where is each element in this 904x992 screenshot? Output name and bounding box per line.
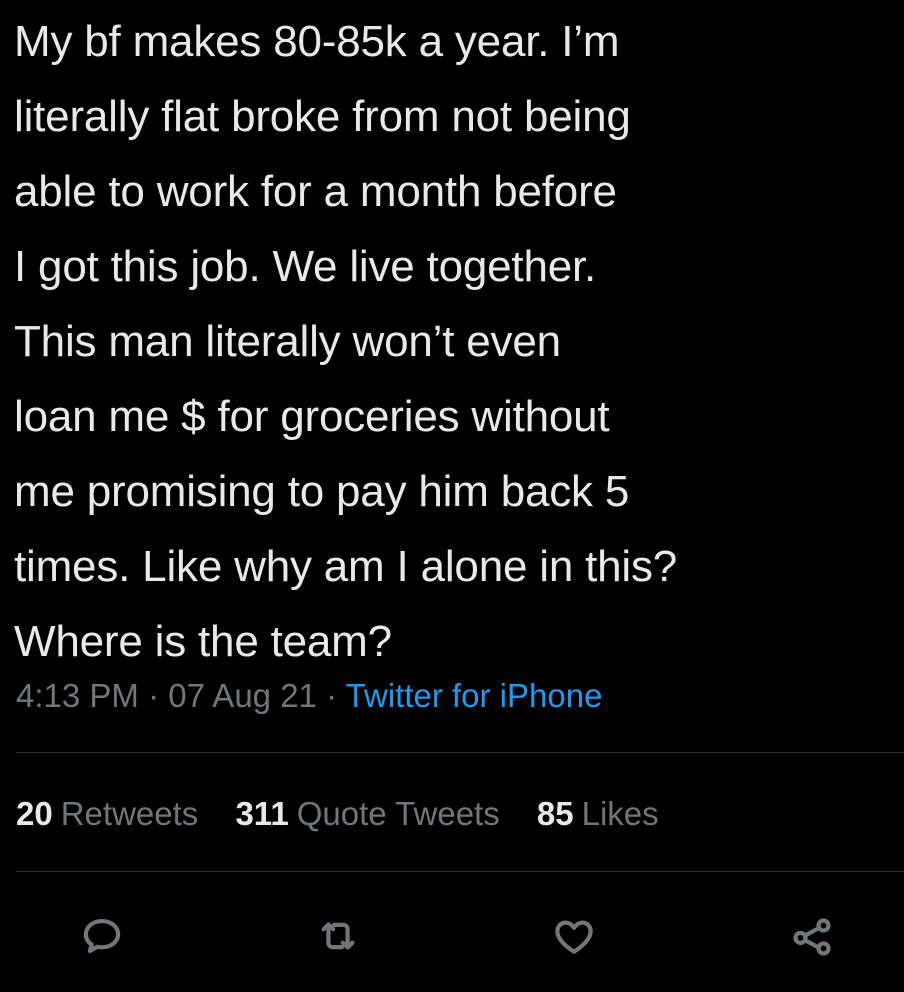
share-icon (793, 918, 831, 956)
divider (16, 871, 904, 872)
tweet-stats: 20 Retweets 311 Quote Tweets 85 Likes (16, 792, 687, 836)
action-bar (0, 904, 904, 964)
reply-icon (83, 918, 121, 954)
tweet-date: 07 Aug 21 (168, 677, 317, 714)
share-button[interactable] (786, 910, 838, 962)
likes-label: Likes (581, 795, 659, 832)
retweets-count: 20 (16, 795, 53, 832)
like-button[interactable] (548, 910, 600, 962)
likes-stat[interactable]: 85 Likes (537, 795, 659, 832)
tweet-source-link[interactable]: Twitter for iPhone (346, 677, 603, 714)
quote-tweets-label: Quote Tweets (296, 795, 500, 832)
reply-button[interactable] (76, 910, 128, 962)
quote-tweets-stat[interactable]: 311 Quote Tweets (235, 795, 499, 832)
retweet-icon (321, 922, 355, 950)
tweet-meta: 4:13 PM · 07 Aug 21 · Twitter for iPhone (16, 674, 602, 718)
likes-count: 85 (536, 795, 574, 832)
retweet-button[interactable] (312, 910, 364, 962)
heart-icon (555, 920, 593, 954)
quote-tweets-count: 311 (235, 795, 289, 832)
retweets-stat[interactable]: 20 Retweets (16, 795, 198, 832)
meta-separator: · (148, 677, 160, 714)
tweet-time: 4:13 PM (16, 677, 139, 714)
meta-separator: · (326, 677, 338, 714)
divider (16, 752, 904, 753)
tweet-text: My bf makes 80-85k a year. I’m literally… (14, 17, 678, 666)
retweets-label: Retweets (60, 795, 199, 832)
